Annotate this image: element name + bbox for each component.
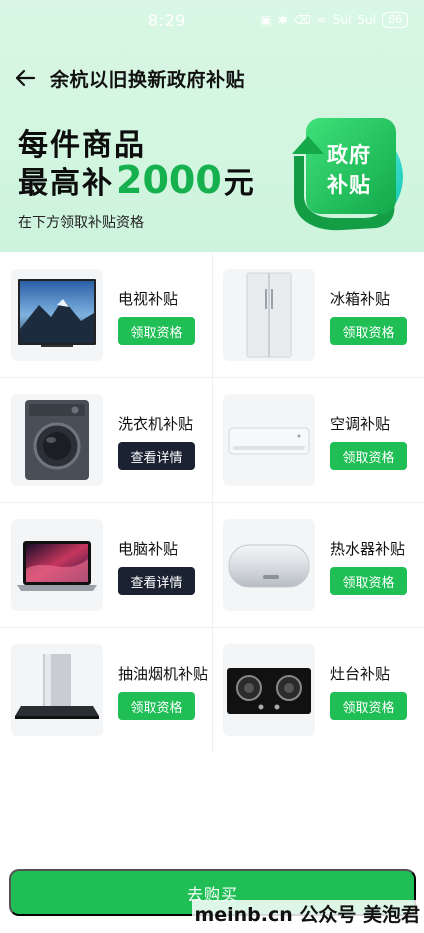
claim-button-fridge[interactable]: 领取资格 [330, 317, 407, 345]
nav-bar: 余杭以旧换新政府补贴 [0, 58, 424, 98]
tv-icon [18, 279, 96, 347]
subsidy-item-title: 空调补贴 [330, 415, 391, 433]
fridge-thumbnail [223, 269, 315, 361]
washing-machine-icon [25, 400, 89, 480]
promo-prefix: 最高补 [18, 166, 114, 201]
bluetooth-icon: ✱ [277, 13, 288, 27]
nfc-icon: ▣ [260, 13, 272, 27]
details-button-laptop[interactable]: 查看详情 [118, 567, 195, 595]
claim-button-air-conditioner[interactable]: 领取资格 [330, 442, 407, 470]
subsidy-item-washing-machine[interactable]: 洗衣机补贴 查看详情 [0, 377, 212, 502]
details-button-washing-machine[interactable]: 查看详情 [118, 442, 195, 470]
subsidy-item-title: 电视补贴 [118, 290, 179, 308]
promo-suffix: 元 [223, 166, 256, 201]
gov-badge-text: 政府 补贴 [309, 140, 389, 200]
wifi-icon: ≈ [316, 13, 327, 27]
fridge-icon [246, 272, 292, 358]
gov-badge-line2: 补贴 [327, 173, 371, 197]
subsidy-item-gas-stove[interactable]: 灶台补贴 领取资格 [212, 627, 424, 752]
page: 8:29 ▣ ✱ ⌫ ≈ 5ul 5ul 86 余杭以旧换新政府补贴 每件商品 … [0, 0, 424, 933]
range-hood-thumbnail [11, 644, 103, 736]
subsidy-item-air-conditioner[interactable]: 空调补贴 领取资格 [212, 377, 424, 502]
back-arrow-icon[interactable] [14, 67, 36, 89]
subsidy-item-range-hood[interactable]: 抽油烟机补贴 领取资格 [0, 627, 212, 752]
subsidy-item-title: 热水器补贴 [330, 540, 406, 558]
status-icons: ▣ ✱ ⌫ ≈ 5ul 5ul 86 [260, 12, 408, 28]
range-hood-icon [15, 654, 99, 719]
watermark-text: meinb.cn 公众号 美泡君 [192, 900, 422, 927]
subsidy-item-fridge[interactable]: 冰箱补贴 领取资格 [212, 252, 424, 377]
subsidy-item-water-heater[interactable]: 热水器补贴 领取资格 [212, 502, 424, 627]
subsidy-item-title: 抽油烟机补贴 [118, 665, 209, 683]
promo-amount: 2000 [116, 158, 222, 202]
subsidy-item-title: 灶台补贴 [330, 665, 391, 683]
page-title: 余杭以旧换新政府补贴 [50, 68, 246, 91]
gas-stove-thumbnail [223, 644, 315, 736]
laptop-icon [17, 541, 97, 591]
status-bar: 8:29 ▣ ✱ ⌫ ≈ 5ul 5ul 86 [0, 0, 424, 40]
claim-button-tv[interactable]: 领取资格 [118, 317, 195, 345]
laptop-thumbnail [11, 519, 103, 611]
air-conditioner-thumbnail [223, 394, 315, 486]
signal-2: 5ul [357, 13, 376, 27]
tv-thumbnail [11, 269, 103, 361]
mute-icon: ⌫ [293, 13, 311, 27]
signal-1: 5ul [332, 13, 352, 27]
claim-button-range-hood[interactable]: 领取资格 [118, 692, 195, 720]
subsidy-item-title: 冰箱补贴 [330, 290, 391, 308]
subsidy-item-title: 电脑补贴 [118, 540, 179, 558]
water-heater-icon [228, 544, 310, 588]
claim-button-water-heater[interactable]: 领取资格 [330, 567, 407, 595]
gov-badge-line1: 政府 [327, 143, 371, 167]
water-heater-thumbnail [223, 519, 315, 611]
promo-subtitle: 在下方领取补贴资格 [18, 215, 144, 231]
promo-headline-2: 最高补 2000 元 [18, 158, 256, 202]
air-conditioner-icon [228, 427, 310, 455]
subsidy-item-laptop[interactable]: 电脑补贴 查看详情 [0, 502, 212, 627]
claim-button-gas-stove[interactable]: 领取资格 [330, 692, 407, 720]
subsidy-item-title: 洗衣机补贴 [118, 415, 194, 433]
subsidy-grid: 电视补贴 领取资格 冰箱补贴 领取资格 洗衣机补贴 查看详情 空调补贴 领取资格… [0, 252, 424, 752]
subsidy-item-tv[interactable]: 电视补贴 领取资格 [0, 252, 212, 377]
status-time: 8:29 [148, 10, 186, 30]
washing-machine-thumbnail [11, 394, 103, 486]
battery-indicator: 86 [382, 12, 408, 28]
gas-stove-icon [227, 668, 311, 714]
